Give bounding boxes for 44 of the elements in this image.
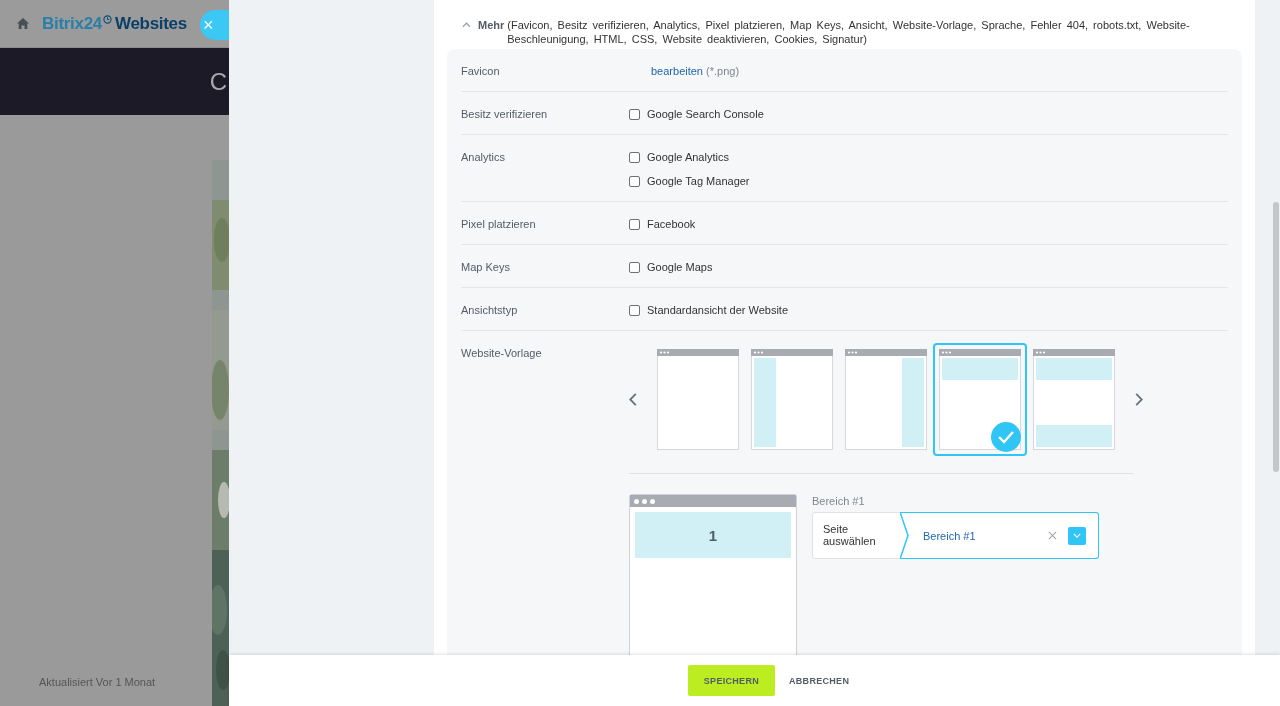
- scrollbar[interactable]: [1273, 202, 1279, 472]
- area-title: Bereich #1: [812, 494, 866, 508]
- setting-label: Website-Vorlage: [461, 346, 543, 361]
- setting-label: Besitz verifizieren: [461, 107, 549, 122]
- file-type-note: (*.png): [706, 65, 740, 77]
- clock-icon: [102, 15, 112, 24]
- more-summary: (Favicon, Besitz verifizieren, Analytics, Pixel platzieren, Map Keys, Ansicht, Website-Vorlage, Sprache, Fehler 404, robots.txt, Website-Beschleunigung, HTML, CSS, Website deaktivieren, Cookies, Signatur): [507, 18, 1191, 46]
- logo-suffix[interactable]: Websites: [114, 13, 187, 34]
- checkbox-label[interactable]: Standardansicht der Website: [647, 302, 789, 318]
- checkbox[interactable]: [629, 151, 640, 163]
- setting-label: Favicon: [461, 64, 501, 79]
- setting-label: Pixel platzieren: [461, 217, 537, 232]
- chevron-down-icon: [1073, 533, 1081, 538]
- checkbox-label[interactable]: Google Maps: [647, 259, 713, 275]
- checkbox[interactable]: [629, 261, 640, 273]
- save-button[interactable]: SPEICHERN: [687, 665, 775, 696]
- home-icon[interactable]: [17, 18, 29, 29]
- checkbox-label[interactable]: Google Analytics: [647, 149, 729, 165]
- dropdown-button[interactable]: [1068, 526, 1086, 545]
- checkbox[interactable]: [629, 175, 640, 187]
- check-icon: [991, 422, 1021, 452]
- chevron-right-icon[interactable]: [1135, 393, 1143, 406]
- checkbox[interactable]: [629, 108, 640, 120]
- chevron-left-icon[interactable]: [629, 393, 637, 406]
- template-option[interactable]: [933, 343, 1027, 456]
- page-label: Seite auswählen: [822, 522, 877, 549]
- checkbox[interactable]: [629, 218, 640, 230]
- setting-label: Map Keys: [461, 260, 511, 275]
- checkbox-label[interactable]: Google Search Console: [647, 106, 764, 122]
- updated-text: Aktualisiert Vor 1 Monat: [39, 676, 156, 688]
- cancel-button[interactable]: ABBRECHEN: [787, 675, 852, 686]
- clear-icon[interactable]: [1048, 531, 1057, 540]
- setting-label: Ansichtstyp: [461, 303, 519, 318]
- edit-link[interactable]: bearbeiten: [651, 65, 703, 77]
- banner-text: C: [209, 67, 227, 96]
- more-toggle[interactable]: Mehr: [478, 18, 505, 32]
- checkbox-label[interactable]: Facebook: [647, 216, 696, 232]
- select-value: Bereich #1: [923, 529, 977, 542]
- area-number: 1: [708, 526, 718, 544]
- page-select[interactable]: Bereich #1: [901, 512, 1099, 559]
- chevron-up-icon[interactable]: [462, 22, 471, 28]
- checkbox-label[interactable]: Google Tag Manager: [647, 173, 750, 189]
- checkbox[interactable]: [629, 304, 640, 316]
- setting-label: Analytics: [461, 150, 507, 165]
